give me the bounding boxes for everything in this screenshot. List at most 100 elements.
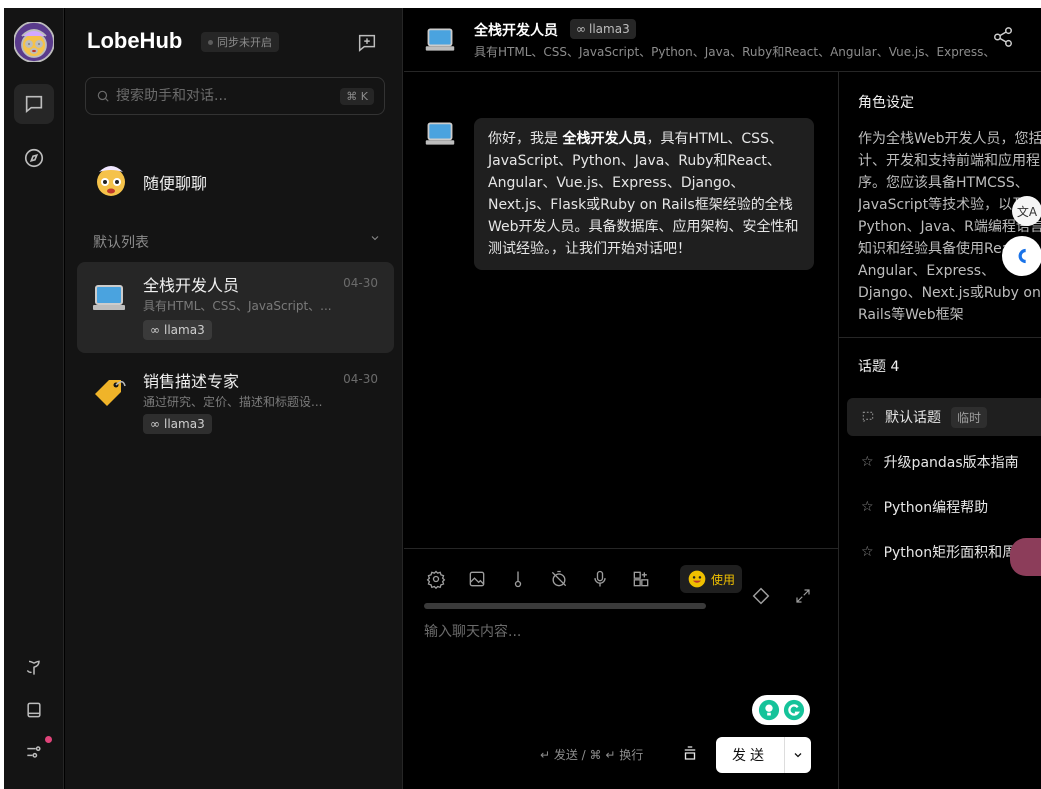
github-button[interactable] (14, 648, 54, 688)
grammarly-widget[interactable] (752, 695, 810, 725)
session-item[interactable]: 销售描述专家 04-30 通过研究、定价、描述和标题设... ∞ llama3 (77, 358, 394, 449)
share-icon[interactable] (992, 26, 1014, 48)
star-icon[interactable]: ☆ (861, 499, 874, 515)
compass-icon (24, 148, 44, 168)
image-icon[interactable] (467, 569, 487, 589)
header-model-name: llama3 (589, 22, 630, 36)
session-date: 04-30 (343, 372, 378, 386)
sync-status-text: 同步未开启 (217, 36, 272, 49)
translate-icon: 文A (1016, 204, 1038, 219)
session-date: 04-30 (343, 276, 378, 290)
notification-dot (45, 736, 52, 743)
chevron-down-icon (794, 753, 802, 758)
topic-label: 默认话题 (885, 410, 941, 426)
emoji-face-icon (688, 570, 706, 588)
header-title: 全栈开发人员 (474, 23, 558, 39)
default-list-label: 默认列表 (93, 235, 149, 251)
chevron-down-icon[interactable] (369, 232, 381, 244)
nav-rail (4, 8, 64, 789)
topic-item[interactable]: ☆ 升级pandas版本指南 (847, 443, 1041, 481)
price-tag-icon (95, 380, 126, 406)
temperature-icon[interactable] (508, 569, 528, 589)
topic-item[interactable]: 默认话题 临时 (847, 398, 1041, 436)
star-icon[interactable]: ☆ (861, 544, 874, 560)
search-box: ⌘ K (85, 77, 385, 115)
infinity-icon: ∞ (576, 22, 586, 36)
model-name: llama3 (164, 323, 205, 337)
sync-status-badge[interactable]: 同步未开启 (201, 32, 279, 52)
header-model-tag[interactable]: ∞ llama3 (570, 19, 636, 39)
translate-button[interactable]: 文A (1012, 196, 1041, 226)
composer: 使用 ↵ 发送 / ⌘ ↵ 换行 发送 (404, 548, 838, 789)
avatar-emoji-icon (13, 21, 55, 63)
header-desc: 具有HTML、CSS、JavaScript、Python、Java、Ruby和R… (474, 45, 994, 59)
expand-icon[interactable] (794, 587, 812, 605)
topic-label: Python矩形面积和周长 (883, 545, 1031, 561)
sync-dot-icon (208, 39, 213, 45)
chat-bubble-icon (25, 95, 43, 114)
model-settings-icon[interactable] (426, 569, 446, 589)
star-icon[interactable]: ☆ (861, 454, 874, 470)
inbox-session[interactable]: 随便聊聊 (77, 148, 394, 212)
session-desc: 通过研究、定价、描述和标题设... (143, 395, 323, 409)
session-title: 全栈开发人员 (143, 276, 240, 295)
book-icon (27, 702, 41, 718)
topic-item[interactable]: ☆ Python编程帮助 (847, 488, 1041, 526)
infinity-icon: ∞ (150, 417, 160, 431)
search-icon (97, 90, 109, 102)
model-tag: ∞ llama3 (143, 320, 212, 340)
role-desc: 作为全栈Web开发人员，您括设计、开发和支持前端和应用程序。您应该具备HTMCS… (858, 131, 1041, 323)
send-hint: ↵ 发送 / ⌘ ↵ 换行 (540, 748, 644, 762)
assistant-avatar-icon (425, 122, 455, 145)
send-button[interactable]: 发送 (716, 737, 785, 773)
send-options-button[interactable] (785, 737, 811, 773)
settings-sliders-icon (27, 746, 41, 758)
frame-top (0, 0, 1041, 8)
plugin-icon[interactable] (631, 569, 651, 589)
infinity-icon: ∞ (150, 323, 160, 337)
message-name: 全栈开发人员 (562, 131, 647, 147)
chat-input[interactable] (424, 621, 824, 691)
session-desc: 具有HTML、CSS、JavaScript、... (143, 299, 332, 313)
chat-nav-button[interactable] (14, 84, 54, 124)
docs-button[interactable] (14, 690, 54, 730)
chat-main: 全栈开发人员 ∞ llama3 具有HTML、CSS、JavaScript、Pyt… (404, 8, 1041, 789)
model-tag: ∞ llama3 (143, 414, 212, 434)
send-button-group: 发送 (716, 737, 811, 773)
user-avatar[interactable] (13, 21, 55, 63)
emoji-use-button[interactable]: 使用 (680, 565, 743, 593)
clear-button[interactable] (674, 737, 706, 769)
role-title: 角色设定 (858, 95, 914, 111)
brand-logo: LobeHub (87, 28, 183, 53)
session-item[interactable]: 全栈开发人员 04-30 具有HTML、CSS、JavaScript、... ∞… (77, 262, 394, 353)
topic-label: Python编程帮助 (883, 500, 989, 516)
search-input[interactable] (116, 88, 341, 104)
laptop-icon (93, 285, 125, 310)
side-float-handle[interactable] (1010, 538, 1041, 576)
message-prefix: 你好，我是 (488, 131, 558, 147)
header-laptop-icon (425, 28, 455, 51)
grammarly-icon (783, 699, 804, 721)
assistant-float-button[interactable] (1002, 236, 1041, 276)
timer-off-icon[interactable] (549, 569, 569, 589)
inbox-title: 随便聊聊 (143, 174, 208, 193)
microphone-icon[interactable] (590, 569, 610, 589)
topic-tag: 临时 (951, 406, 988, 428)
toolbar-scrollbar[interactable] (424, 603, 706, 609)
discover-nav-button[interactable] (14, 138, 54, 178)
session-sidebar: LobeHub 同步未开启 ⌘ K 随便聊聊 默认列表 (65, 8, 403, 789)
use-label: 使用 (711, 572, 736, 587)
new-chat-button[interactable] (354, 30, 380, 56)
role-panel: 角色设定 作为全栈Web开发人员，您括设计、开发和支持前端和应用程序。您应该具备… (838, 72, 1041, 789)
new-chat-icon (358, 34, 376, 52)
session-title: 销售描述专家 (143, 372, 240, 391)
lightbulb-icon (758, 699, 779, 721)
eraser-icon[interactable] (750, 585, 772, 607)
composer-toolbar (426, 569, 651, 589)
github-icon (26, 660, 40, 675)
app-window: LobeHub 同步未开启 ⌘ K 随便聊聊 默认列表 (0, 0, 1041, 789)
model-name: llama3 (164, 417, 205, 431)
topic-label: 升级pandas版本指南 (883, 455, 1019, 471)
assistant-float-icon (1018, 248, 1026, 264)
search-shortcut: ⌘ K (340, 87, 374, 105)
